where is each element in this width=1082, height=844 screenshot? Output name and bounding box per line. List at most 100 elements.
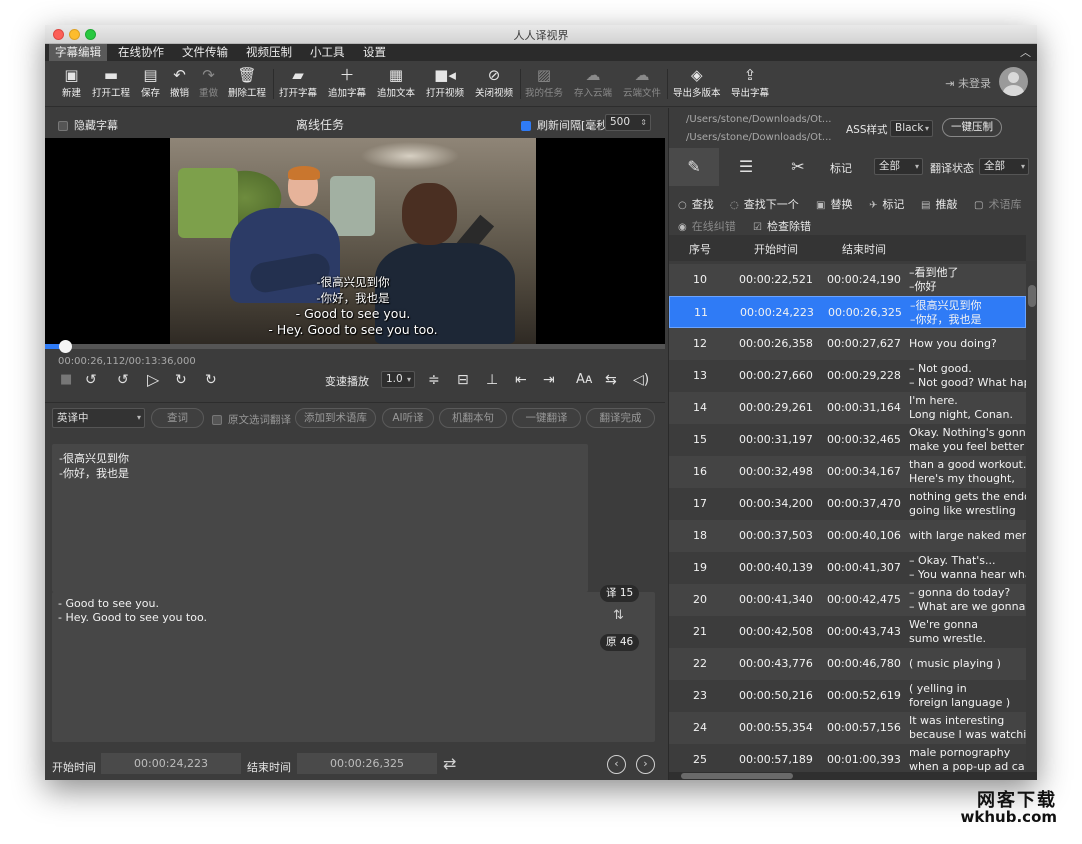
volume-icon[interactable]: ◁) xyxy=(633,370,649,390)
table-row[interactable]: 12 00:00:26,358 00:00:27,627 How you doing? xyxy=(669,328,1026,360)
open-video-button[interactable]: ■◂ 打开视频 xyxy=(426,65,464,99)
add-glossary-button[interactable]: 添加到术语库 xyxy=(295,408,376,428)
menu-tools[interactable]: 小工具 xyxy=(304,44,351,61)
hide-subtitles-toggle[interactable]: 隐藏字幕 xyxy=(58,117,118,133)
tab-list[interactable]: ☰ xyxy=(721,148,771,186)
ass-style-select[interactable]: Black ▾ xyxy=(890,120,933,137)
table-row[interactable]: 21 00:00:42,508 00:00:43,743 We're gonna sum… xyxy=(669,616,1026,648)
machine-translate-button[interactable]: 机翻本句 xyxy=(439,408,507,428)
table-row[interactable]: 19 00:00:40,139 00:00:41,307 – Okay. That's… xyxy=(669,552,1026,584)
collapse-ribbon-icon[interactable]: ︿ xyxy=(1020,44,1031,60)
column-end[interactable]: 结束时间 xyxy=(842,241,886,257)
export-multi-button[interactable]: ◈ 导出多版本 xyxy=(673,65,721,99)
translation-editor[interactable]: -很高兴见到你 -你好，我也是 xyxy=(52,444,588,592)
append-text-button[interactable]: ▦ 追加文本 xyxy=(377,65,415,99)
video-player[interactable]: -很高兴见到你 -你好，我也是 - Good to see you. - Hey… xyxy=(45,138,665,344)
export-subtitle-button[interactable]: ⇪ 导出字幕 xyxy=(731,65,769,99)
table-row[interactable]: 24 00:00:55,354 00:00:57,156 It was interes… xyxy=(669,712,1026,744)
replace-button[interactable]: ▣ 替换 xyxy=(816,196,852,212)
online-fix-button[interactable]: ◉ 在线纠错 xyxy=(678,218,736,234)
original-editor[interactable]: - Good to see you. - Hey. Good to see yo… xyxy=(52,592,655,742)
revise-button[interactable]: ▤ 推敲 xyxy=(921,196,957,212)
menu-file-transfer[interactable]: 文件传输 xyxy=(176,44,234,61)
step-next-icon[interactable]: ⇥ xyxy=(543,370,555,390)
align-center-icon[interactable]: ≑ xyxy=(428,370,440,390)
seek-handle[interactable] xyxy=(59,340,73,353)
login-status[interactable]: ⇥ 未登录 xyxy=(945,75,991,91)
ai-listen-button[interactable]: AI听译 xyxy=(382,408,434,428)
glossary-button[interactable]: ▢ 术语库 xyxy=(974,196,1021,212)
translation-state-select[interactable]: 全部 ▾ xyxy=(979,158,1029,175)
menu-subtitle-edit[interactable]: 字幕编辑 xyxy=(49,44,107,61)
append-subtitle-button[interactable]: ＋追加字幕 xyxy=(328,65,366,99)
tab-tools[interactable]: ✂ xyxy=(773,148,823,186)
avatar[interactable] xyxy=(999,67,1028,96)
table-row[interactable]: 10 00:00:22,521 00:00:24,190 –看到他了 –你好 xyxy=(669,264,1026,296)
table-row[interactable]: 13 00:00:27,660 00:00:29,228 – Not good. – N… xyxy=(669,360,1026,392)
new-button[interactable]: ▣ 新建 xyxy=(62,65,81,99)
column-start[interactable]: 开始时间 xyxy=(754,241,798,257)
scroll-thumb[interactable] xyxy=(1028,285,1036,307)
table-row[interactable]: 20 00:00:41,340 00:00:42,475 – gonna do tod… xyxy=(669,584,1026,616)
open-project-button[interactable]: ▬ 打开工程 xyxy=(92,65,130,99)
table-row[interactable]: 17 00:00:34,200 00:00:37,470 nothing gets t… xyxy=(669,488,1026,520)
translation-done-button[interactable]: 翻译完成 xyxy=(586,408,655,428)
next-line-icon[interactable]: › xyxy=(636,755,655,774)
table-row[interactable]: 25 00:00:57,189 00:01:00,393 male pornograp… xyxy=(669,744,1026,773)
table-row[interactable]: 16 00:00:32,498 00:00:34,167 than a good wo… xyxy=(669,456,1026,488)
redo-button[interactable]: ↷ 重做 xyxy=(199,65,218,99)
menu-settings[interactable]: 设置 xyxy=(357,44,392,61)
save-cloud-button[interactable]: ☁ 存入云端 xyxy=(574,65,612,99)
lookup-button[interactable]: 查词 xyxy=(151,408,204,428)
burn-button[interactable]: 一键压制 xyxy=(942,118,1002,137)
table-row[interactable]: 18 00:00:37,503 00:00:40,106 with large nak… xyxy=(669,520,1026,552)
table-row[interactable]: 11 00:00:24,223 00:00:26,325 –很高兴见到你 –你好，我也是 xyxy=(669,296,1026,328)
cloud-files-button[interactable]: ☁ 云端文件 xyxy=(623,65,661,99)
swap-time-icon[interactable]: ⇄ xyxy=(443,754,456,773)
select-translate-toggle[interactable]: 原文选词翻译 xyxy=(212,412,291,427)
rewind-5-icon[interactable]: ↺ xyxy=(85,370,97,390)
font-size-icon[interactable]: Aᴀ xyxy=(576,370,593,390)
horizontal-scrollbar[interactable] xyxy=(669,772,1037,780)
vertical-scrollbar[interactable] xyxy=(1026,261,1037,773)
my-tasks-button[interactable]: ▨ 我的任务 xyxy=(525,65,563,99)
mark-button[interactable]: ✈ 标记 xyxy=(869,196,904,212)
menu-video-burn[interactable]: 视频压制 xyxy=(240,44,298,61)
align-bottom-icon[interactable]: ⊥ xyxy=(486,370,498,390)
save-button[interactable]: ▤ 保存 xyxy=(141,65,160,99)
open-subtitle-button[interactable]: ▰ 打开字幕 xyxy=(279,65,317,99)
start-time-field[interactable]: 00:00:24,223 xyxy=(101,753,241,774)
end-time-field[interactable]: 00:00:26,325 xyxy=(297,753,437,774)
rewind-1-icon[interactable]: ↺ xyxy=(117,370,129,390)
table-row[interactable]: 22 00:00:43,776 00:00:46,780 ( music playin… xyxy=(669,648,1026,680)
forward-5-icon[interactable]: ↻ xyxy=(205,370,217,390)
align-middle-icon[interactable]: ⊟ xyxy=(457,370,469,390)
mark-filter-select[interactable]: 全部 ▾ xyxy=(874,158,923,175)
scroll-thumb[interactable] xyxy=(681,773,793,779)
refresh-interval-toggle[interactable]: 刷新间隔[毫秒] xyxy=(521,117,612,133)
swap-lines-icon[interactable]: ⇅ xyxy=(613,608,624,623)
prev-line-icon[interactable]: ‹ xyxy=(607,755,626,774)
swap-icon[interactable]: ⇆ xyxy=(605,370,617,390)
find-next-button[interactable]: ◌ 查找下一个 xyxy=(730,196,799,212)
stop-icon[interactable]: ■ xyxy=(60,370,72,390)
step-prev-icon[interactable]: ⇤ xyxy=(515,370,527,390)
table-row[interactable]: 23 00:00:50,216 00:00:52,619 ( yelling in fo… xyxy=(669,680,1026,712)
find-button[interactable]: ○ 查找 xyxy=(678,196,714,212)
menu-online-collab[interactable]: 在线协作 xyxy=(112,44,170,61)
speed-select[interactable]: 1.0 ▾ xyxy=(381,371,415,388)
column-index[interactable]: 序号 xyxy=(689,241,711,257)
forward-1-icon[interactable]: ↻ xyxy=(175,370,187,390)
refresh-interval-input[interactable]: 500 ⇕ xyxy=(605,114,651,131)
tab-edit[interactable]: ✎ xyxy=(669,148,719,186)
delete-project-button[interactable]: 🗑 删除工程 xyxy=(228,65,266,99)
table-row[interactable]: 15 00:00:31,197 00:00:32,465 Okay. Nothing'… xyxy=(669,424,1026,456)
table-row[interactable]: 14 00:00:29,261 00:00:31,164 I'm here. Long … xyxy=(669,392,1026,424)
seek-bar[interactable] xyxy=(45,340,665,353)
one-click-translate-button[interactable]: 一键翻译 xyxy=(512,408,581,428)
language-select[interactable]: 英译中 ▾ xyxy=(52,408,145,428)
undo-button[interactable]: ↶ 撤销 xyxy=(170,65,189,99)
close-video-button[interactable]: ⊘ 关闭视频 xyxy=(475,65,513,99)
play-icon[interactable]: ▷ xyxy=(147,370,159,390)
check-remove-button[interactable]: ☑ 检查除错 xyxy=(753,218,811,234)
